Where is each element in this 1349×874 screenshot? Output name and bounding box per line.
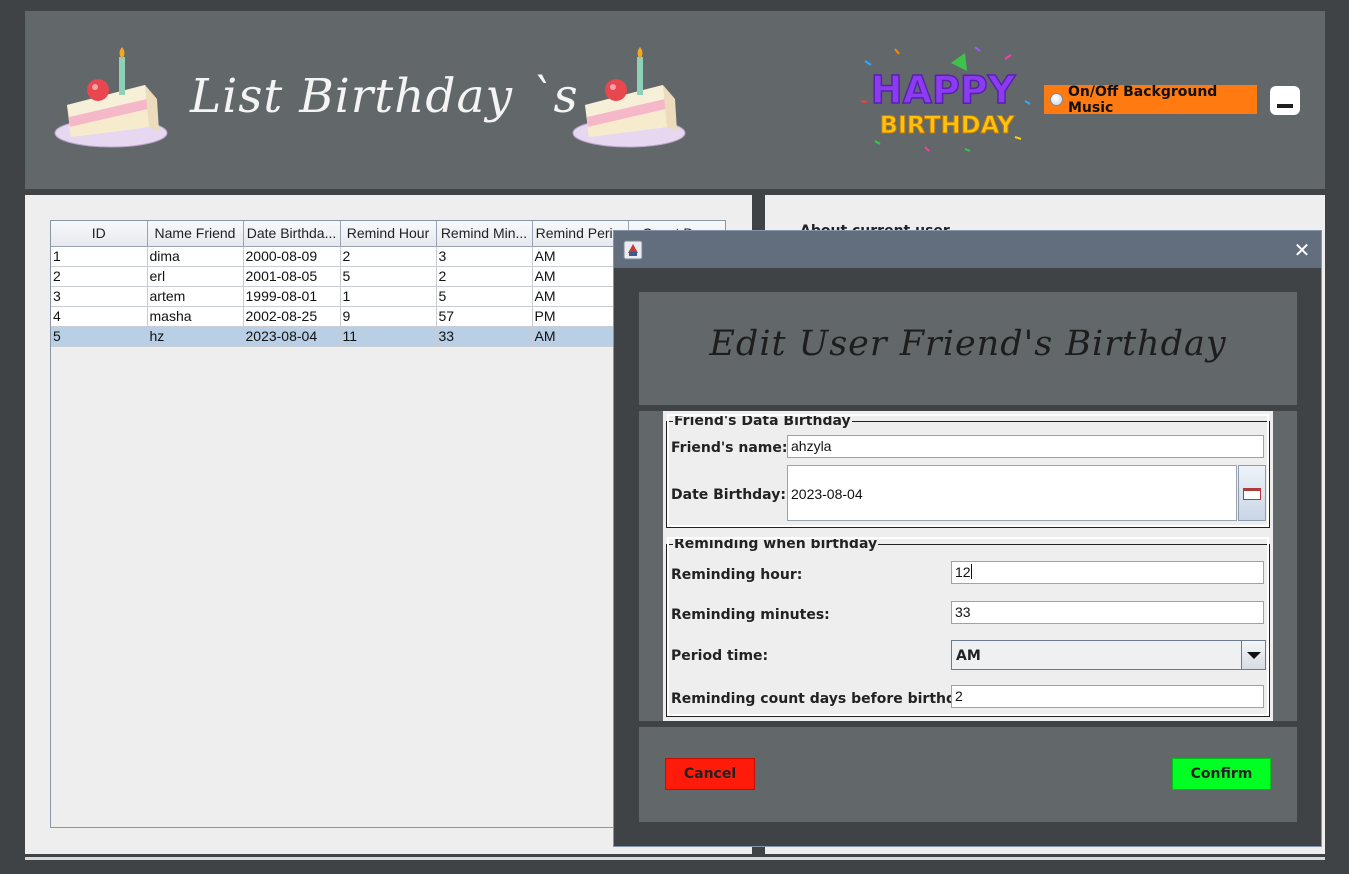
friend-name-input[interactable]: ahzyla xyxy=(787,435,1264,458)
table-cell[interactable]: erl xyxy=(147,266,244,287)
period-time-label: Period time: xyxy=(671,648,769,664)
period-time-value: AM xyxy=(956,648,981,664)
table-cell[interactable]: 2 xyxy=(436,266,533,287)
table-cell[interactable]: dima xyxy=(147,246,244,267)
reminding-hour-label: Reminding hour: xyxy=(671,567,803,583)
logo-birthday: BIRTHDAY xyxy=(880,111,1015,139)
header-banner: List Birthday `s HAPPY BIRTHDAY On/Off B… xyxy=(25,11,1325,189)
friend-data-legend: Friend's Data Birthday xyxy=(674,413,851,429)
table-cell[interactable]: 2000-08-09 xyxy=(243,246,341,267)
table-cell[interactable]: masha xyxy=(147,306,244,327)
table-cell[interactable]: 1 xyxy=(51,246,148,267)
minimize-icon xyxy=(1277,104,1293,108)
table-cell[interactable]: 4 xyxy=(51,306,148,327)
table-cell[interactable]: hz xyxy=(147,326,244,347)
column-header[interactable]: Name Friend xyxy=(147,221,244,247)
java-app-icon xyxy=(623,240,643,260)
form-panel: Friend's Data Birthday Friend's name: ah… xyxy=(639,411,1297,721)
dialog-heading-panel: Edit User Friend's Birthday xyxy=(639,292,1297,405)
app-title: List Birthday `s xyxy=(190,69,579,124)
reminding-hour-input[interactable]: 12 xyxy=(951,561,1264,584)
reminding-minutes-label: Reminding minutes: xyxy=(671,607,830,623)
confirm-button[interactable]: Confirm xyxy=(1172,758,1271,790)
chevron-down-icon[interactable] xyxy=(1241,641,1265,669)
dialog-titlebar[interactable]: ✕ xyxy=(614,231,1321,268)
reminding-hour-value: 12 xyxy=(955,564,971,580)
reminding-legend: Reminding when birthday xyxy=(674,536,878,552)
table-cell[interactable]: 33 xyxy=(436,326,533,347)
reminding-count-input[interactable]: 2 xyxy=(951,685,1264,708)
friend-name-label: Friend's name: xyxy=(671,440,788,456)
table-cell[interactable]: 2002-08-25 xyxy=(243,306,341,327)
date-birthday-label: Date Birthday: xyxy=(671,487,786,503)
table-cell[interactable]: 5 xyxy=(340,266,437,287)
table-cell[interactable]: artem xyxy=(147,286,244,307)
dialog-heading: Edit User Friend's Birthday xyxy=(709,324,1227,364)
table-cell[interactable]: 9 xyxy=(340,306,437,327)
table-cell[interactable]: 3 xyxy=(436,246,533,267)
music-toggle[interactable]: On/Off Background Music xyxy=(1044,83,1257,116)
cancel-button[interactable]: Cancel xyxy=(665,758,755,790)
cake-icon xyxy=(572,47,686,148)
column-header[interactable]: ID xyxy=(51,221,148,247)
calendar-button[interactable] xyxy=(1238,465,1266,521)
table-cell[interactable]: 11 xyxy=(340,326,437,347)
table-cell[interactable]: 2001-08-05 xyxy=(243,266,341,287)
table-cell[interactable]: 5 xyxy=(51,326,148,347)
reminding-count-label: Reminding count days before birthday xyxy=(671,691,975,707)
table-cell[interactable]: 2 xyxy=(340,246,437,267)
close-icon[interactable]: ✕ xyxy=(1290,238,1314,262)
table-cell[interactable]: 1 xyxy=(340,286,437,307)
cake-icon xyxy=(54,47,168,148)
reminding-minutes-input[interactable]: 33 xyxy=(951,601,1264,624)
logo-happy: HAPPY xyxy=(871,68,1016,112)
music-toggle-label: On/Off Background Music xyxy=(1068,83,1218,116)
table-cell[interactable]: 57 xyxy=(436,306,533,327)
column-header[interactable]: Date Birthda... xyxy=(243,221,341,247)
table-cell[interactable]: 2023-08-04 xyxy=(243,326,341,347)
radio-icon[interactable] xyxy=(1050,93,1063,106)
table-cell[interactable]: 2 xyxy=(51,266,148,287)
edit-birthday-dialog: ✕ Edit User Friend's Birthday Friend's D… xyxy=(613,230,1322,847)
table-cell[interactable]: 3 xyxy=(51,286,148,307)
period-time-select[interactable]: AM xyxy=(951,640,1266,670)
divider xyxy=(25,857,1325,860)
minimize-button[interactable] xyxy=(1270,86,1300,115)
happy-birthday-logo: HAPPY BIRTHDAY xyxy=(860,46,1031,152)
table-cell[interactable]: 1999-08-01 xyxy=(243,286,341,307)
column-header[interactable]: Remind Hour xyxy=(340,221,437,247)
dialog-button-bar: Cancel Confirm xyxy=(639,727,1297,822)
text-caret xyxy=(970,564,972,579)
form-content: Friend's Data Birthday Friend's name: ah… xyxy=(663,411,1273,721)
calendar-icon xyxy=(1243,488,1261,500)
table-cell[interactable]: 5 xyxy=(436,286,533,307)
column-header[interactable]: Remind Min... xyxy=(436,221,533,247)
date-birthday-input[interactable]: 2023-08-04 xyxy=(787,465,1237,521)
